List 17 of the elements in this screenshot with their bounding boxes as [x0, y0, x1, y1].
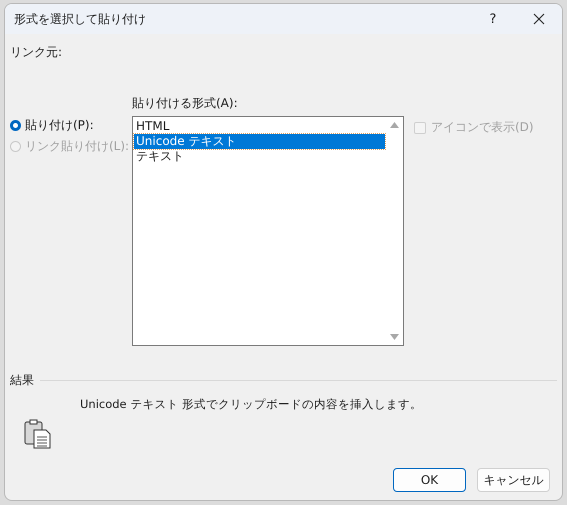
format-item[interactable]: Unicode テキスト [134, 134, 385, 149]
source-label: リンク元: [10, 44, 64, 61]
format-item[interactable]: HTML [134, 119, 385, 134]
dialog-button[interactable]: OK [393, 468, 466, 492]
result-heading: 結果 [10, 372, 34, 389]
clipboard-icon [24, 419, 52, 449]
close-icon[interactable] [533, 13, 545, 25]
window-title: 形式を選択して貼り付け [14, 10, 147, 28]
format-list[interactable]: HTML Unicode テキスト テキスト [132, 116, 404, 346]
help-button[interactable]: ? [470, 12, 516, 26]
dialog-button[interactable]: キャンセル [477, 468, 550, 492]
paste-option-radio[interactable]: 貼り付け(P): [10, 117, 132, 134]
format-item[interactable]: テキスト [134, 149, 385, 164]
scroll-down-icon[interactable] [390, 334, 399, 340]
scroll-up-icon[interactable] [390, 122, 399, 128]
result-description: Unicode テキスト 形式でクリップボードの内容を挿入します。 [80, 397, 422, 413]
format-list-label: 貼り付ける形式(A): [132, 95, 239, 112]
